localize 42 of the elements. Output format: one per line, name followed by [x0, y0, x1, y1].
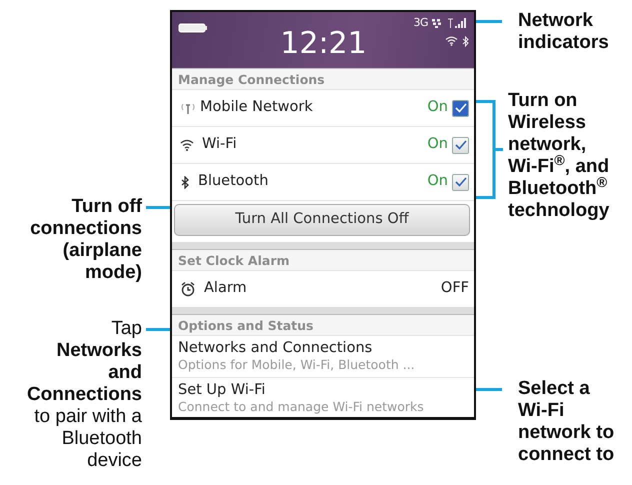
antenna-icon [180, 102, 196, 114]
clock-time: 12:21 [280, 29, 367, 59]
row-label: Bluetooth [198, 172, 270, 192]
dots-icon [432, 18, 443, 28]
row-value: On [427, 172, 448, 192]
callout-text: Network indicators [518, 10, 610, 54]
bluetooth-icon [462, 36, 469, 46]
battery-icon [178, 22, 208, 33]
list-row[interactable]: Wi-Fi On [172, 126, 474, 163]
item-subtitle: Options for Mobile, Wi-Fi, Bluetooth ... [178, 357, 416, 373]
list-row[interactable]: Bluetooth On [172, 163, 474, 200]
network-type: 3G [413, 15, 428, 31]
list-item[interactable]: Networks and Connections Options for Mobile, Wi-Fi, Bluetooth ... [172, 335, 474, 377]
row-label: Alarm [204, 279, 248, 298]
callout-text: Turn on Wireless network, Wi-Fi$^{®}$, and Bluetooth$^{®}$ technology [508, 90, 610, 222]
callout-text: Turn off connections (airplane mode) [29, 196, 142, 284]
leader-line [476, 388, 502, 391]
alarm-clock-icon [180, 281, 196, 297]
section-header: Set Clock Alarm [172, 250, 474, 270]
wifi-icon [180, 139, 194, 151]
row-value: OFF [440, 279, 469, 298]
bluetooth-icon [180, 176, 190, 188]
wifi-icon [445, 36, 458, 46]
item-title: Set Up Wi-Fi [178, 381, 266, 399]
list-row[interactable]: Alarm OFF [172, 270, 474, 307]
section-header: Options and Status [172, 315, 474, 335]
row-label: Mobile Network [200, 98, 314, 118]
leader-line [146, 206, 170, 209]
section-header: Manage Connections [172, 69, 474, 89]
list-row[interactable]: Mobile Network On [172, 89, 474, 126]
callout-text: Select a Wi-Fi network to connect to [518, 378, 616, 466]
callout-text: Tap Networks and Connections to pair with a Bluetooth device [26, 318, 142, 472]
turn-off-button[interactable]: Turn All Connections Off [174, 204, 470, 236]
row-label: Wi-Fi [202, 135, 238, 154]
row-value: On [427, 135, 448, 154]
item-title: Networks and Connections [178, 339, 374, 357]
row-value: On [427, 98, 448, 118]
list-item[interactable]: Set Up Wi-Fi Connect to and manage Wi-Fi networks [172, 377, 474, 417]
leader-line [146, 328, 170, 331]
item-subtitle: Connect to and manage Wi-Fi networks [178, 399, 425, 415]
leader-line [476, 20, 502, 23]
signal-icon [447, 18, 469, 28]
